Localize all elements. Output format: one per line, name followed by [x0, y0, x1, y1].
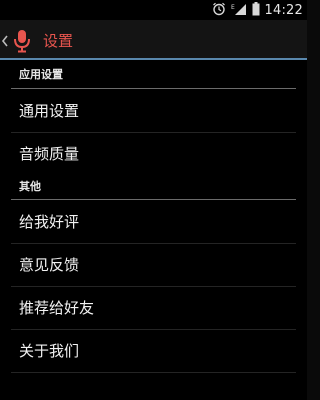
- alarm-icon: [212, 1, 226, 20]
- item-divider: [11, 372, 296, 373]
- list-item-label: 关于我们: [19, 342, 80, 360]
- section-divider: [11, 199, 296, 200]
- list-item-label: 意见反馈: [19, 256, 80, 274]
- list-item-rate-us[interactable]: 给我好评: [0, 201, 307, 243]
- svg-text:E: E: [231, 4, 235, 11]
- chevron-left-icon[interactable]: [0, 33, 10, 47]
- settings-list: 应用设置 通用设置 音频质量 其他 给我好评 意见反馈 推荐给好友 关于我们: [0, 60, 307, 400]
- microphone-icon[interactable]: [11, 29, 33, 53]
- list-item-feedback[interactable]: 意见反馈: [0, 244, 307, 286]
- list-item-about-us[interactable]: 关于我们: [0, 330, 307, 372]
- status-icons: E 14:22: [212, 0, 303, 20]
- list-item-audio-quality[interactable]: 音频质量: [0, 133, 307, 175]
- section-divider: [11, 88, 296, 89]
- list-item-label: 推荐给好友: [19, 299, 95, 317]
- list-item-label: 通用设置: [19, 102, 80, 120]
- status-bar: E 14:22: [0, 0, 307, 20]
- list-item-share-with-friends[interactable]: 推荐给好友: [0, 287, 307, 329]
- section-header-app-settings: 应用设置: [19, 68, 63, 81]
- section-header-other: 其他: [19, 180, 41, 193]
- list-item-general-settings[interactable]: 通用设置: [0, 90, 307, 132]
- battery-icon: [252, 1, 260, 20]
- page-title: 设置: [43, 32, 74, 50]
- status-time: 14:22: [264, 2, 303, 18]
- signal-icon: E: [231, 1, 247, 20]
- list-item-label: 音频质量: [19, 145, 80, 163]
- list-item-label: 给我好评: [19, 213, 80, 231]
- action-bar: 设置: [0, 20, 307, 60]
